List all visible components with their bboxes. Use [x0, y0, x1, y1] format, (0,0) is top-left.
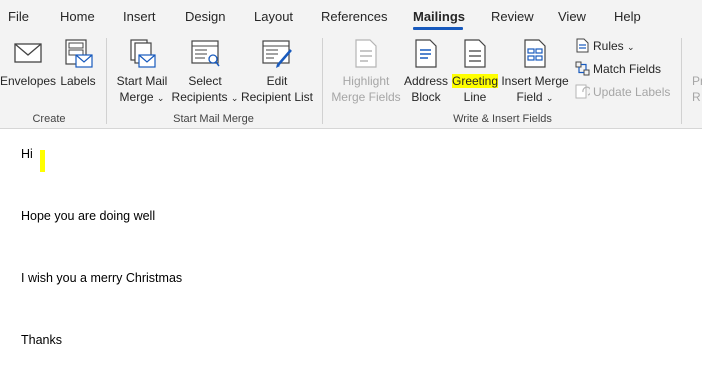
- start-mail-merge-label-1: Start Mail: [116, 74, 168, 88]
- address-block-label-2: Block: [411, 90, 441, 104]
- tab-help[interactable]: Help: [614, 9, 641, 24]
- edit-recipient-list-icon: [262, 40, 292, 68]
- greeting-line-label-2: Line: [463, 90, 487, 104]
- rules-icon: [576, 38, 589, 53]
- tab-insert[interactable]: Insert: [123, 9, 156, 24]
- select-recipients-button[interactable]: Select Recipients ⌄: [171, 38, 239, 108]
- document-line-greeting[interactable]: Hi: [21, 147, 33, 161]
- group-separator: [322, 38, 323, 124]
- match-fields-label: Match Fields: [593, 62, 662, 76]
- labels-icon: [65, 39, 93, 68]
- update-labels-icon: [575, 84, 590, 99]
- match-fields-button[interactable]: Match Fields: [575, 60, 675, 78]
- highlight-merge-fields-label-1: Highlight: [342, 74, 390, 88]
- chevron-down-icon: ⌄: [545, 93, 554, 103]
- group-separator: [681, 38, 682, 124]
- preview-results-button[interactable]: Pr R: [686, 38, 702, 108]
- start-mail-merge-button[interactable]: Start Mail Merge ⌄: [112, 38, 172, 108]
- document-line-body-2[interactable]: I wish you a merry Christmas: [21, 271, 182, 285]
- address-block-label-1: Address: [403, 74, 449, 88]
- envelopes-button[interactable]: Envelopes: [0, 38, 56, 108]
- group-label-write-insert-fields: Write & Insert Fields: [453, 113, 552, 125]
- insert-merge-field-label-1: Insert Merge: [501, 74, 569, 88]
- tab-mailings[interactable]: Mailings: [413, 9, 465, 24]
- tab-references[interactable]: References: [321, 9, 387, 24]
- envelope-icon: [14, 43, 42, 63]
- insert-merge-field-button[interactable]: Insert Merge Field ⌄: [500, 38, 570, 108]
- greeting-line-button[interactable]: Greeting Line: [450, 38, 500, 108]
- greeting-line-label-1: Greeting: [451, 74, 499, 88]
- active-tab-indicator: [413, 27, 463, 30]
- merge-field-highlight: [40, 150, 45, 172]
- preview-results-label-1: Pr: [692, 74, 702, 88]
- highlight-merge-fields-button[interactable]: Highlight Merge Fields: [330, 38, 402, 108]
- document-line-closing[interactable]: Thanks: [21, 333, 62, 347]
- chevron-down-icon: ⌄: [627, 42, 635, 52]
- tab-design[interactable]: Design: [185, 9, 225, 24]
- highlight-merge-fields-icon: [355, 39, 377, 68]
- highlight-merge-fields-label-2: Merge Fields: [331, 90, 401, 104]
- address-block-button[interactable]: Address Block: [403, 38, 449, 108]
- edit-recipient-list-label-1: Edit: [266, 74, 288, 88]
- rules-button[interactable]: Rules ⌄: [575, 37, 645, 55]
- chevron-down-icon: ⌄: [156, 93, 165, 103]
- update-labels-button[interactable]: Update Labels: [575, 83, 675, 101]
- document-line-body-1[interactable]: Hope you are doing well: [21, 209, 155, 223]
- greeting-line-icon: [464, 39, 486, 68]
- address-block-icon: [415, 39, 437, 68]
- match-fields-icon: [575, 61, 590, 76]
- tab-review[interactable]: Review: [491, 9, 534, 24]
- start-mail-merge-icon: [130, 39, 156, 68]
- insert-merge-field-icon: [524, 39, 546, 68]
- update-labels-label: Update Labels: [593, 85, 671, 99]
- group-separator: [106, 38, 107, 124]
- ribbon-tab-bar: File Home Insert Design Layout Reference…: [0, 0, 702, 32]
- document-canvas[interactable]: [0, 129, 702, 389]
- envelopes-label: Envelopes: [0, 74, 57, 88]
- start-mail-merge-label-2: Merge ⌄: [119, 90, 165, 104]
- labels-button[interactable]: Labels: [58, 38, 98, 108]
- group-label-start-mail-merge: Start Mail Merge: [173, 113, 254, 125]
- edit-recipient-list-button[interactable]: Edit Recipient List: [239, 38, 315, 108]
- chevron-down-icon: ⌄: [230, 93, 239, 103]
- preview-results-label-2: R: [692, 90, 701, 104]
- select-recipients-label-2: Recipients ⌄: [171, 90, 239, 104]
- insert-merge-field-label-2: Field ⌄: [516, 90, 554, 104]
- edit-recipient-list-label-2: Recipient List: [240, 90, 314, 104]
- select-recipients-label-1: Select: [188, 74, 222, 88]
- tab-home[interactable]: Home: [60, 9, 95, 24]
- select-recipients-icon: [191, 40, 220, 67]
- tab-view[interactable]: View: [558, 9, 586, 24]
- tab-layout[interactable]: Layout: [254, 9, 293, 24]
- rules-label: Rules: [593, 39, 624, 53]
- labels-label: Labels: [60, 74, 96, 88]
- group-label-create: Create: [32, 113, 66, 125]
- tab-file[interactable]: File: [8, 9, 29, 24]
